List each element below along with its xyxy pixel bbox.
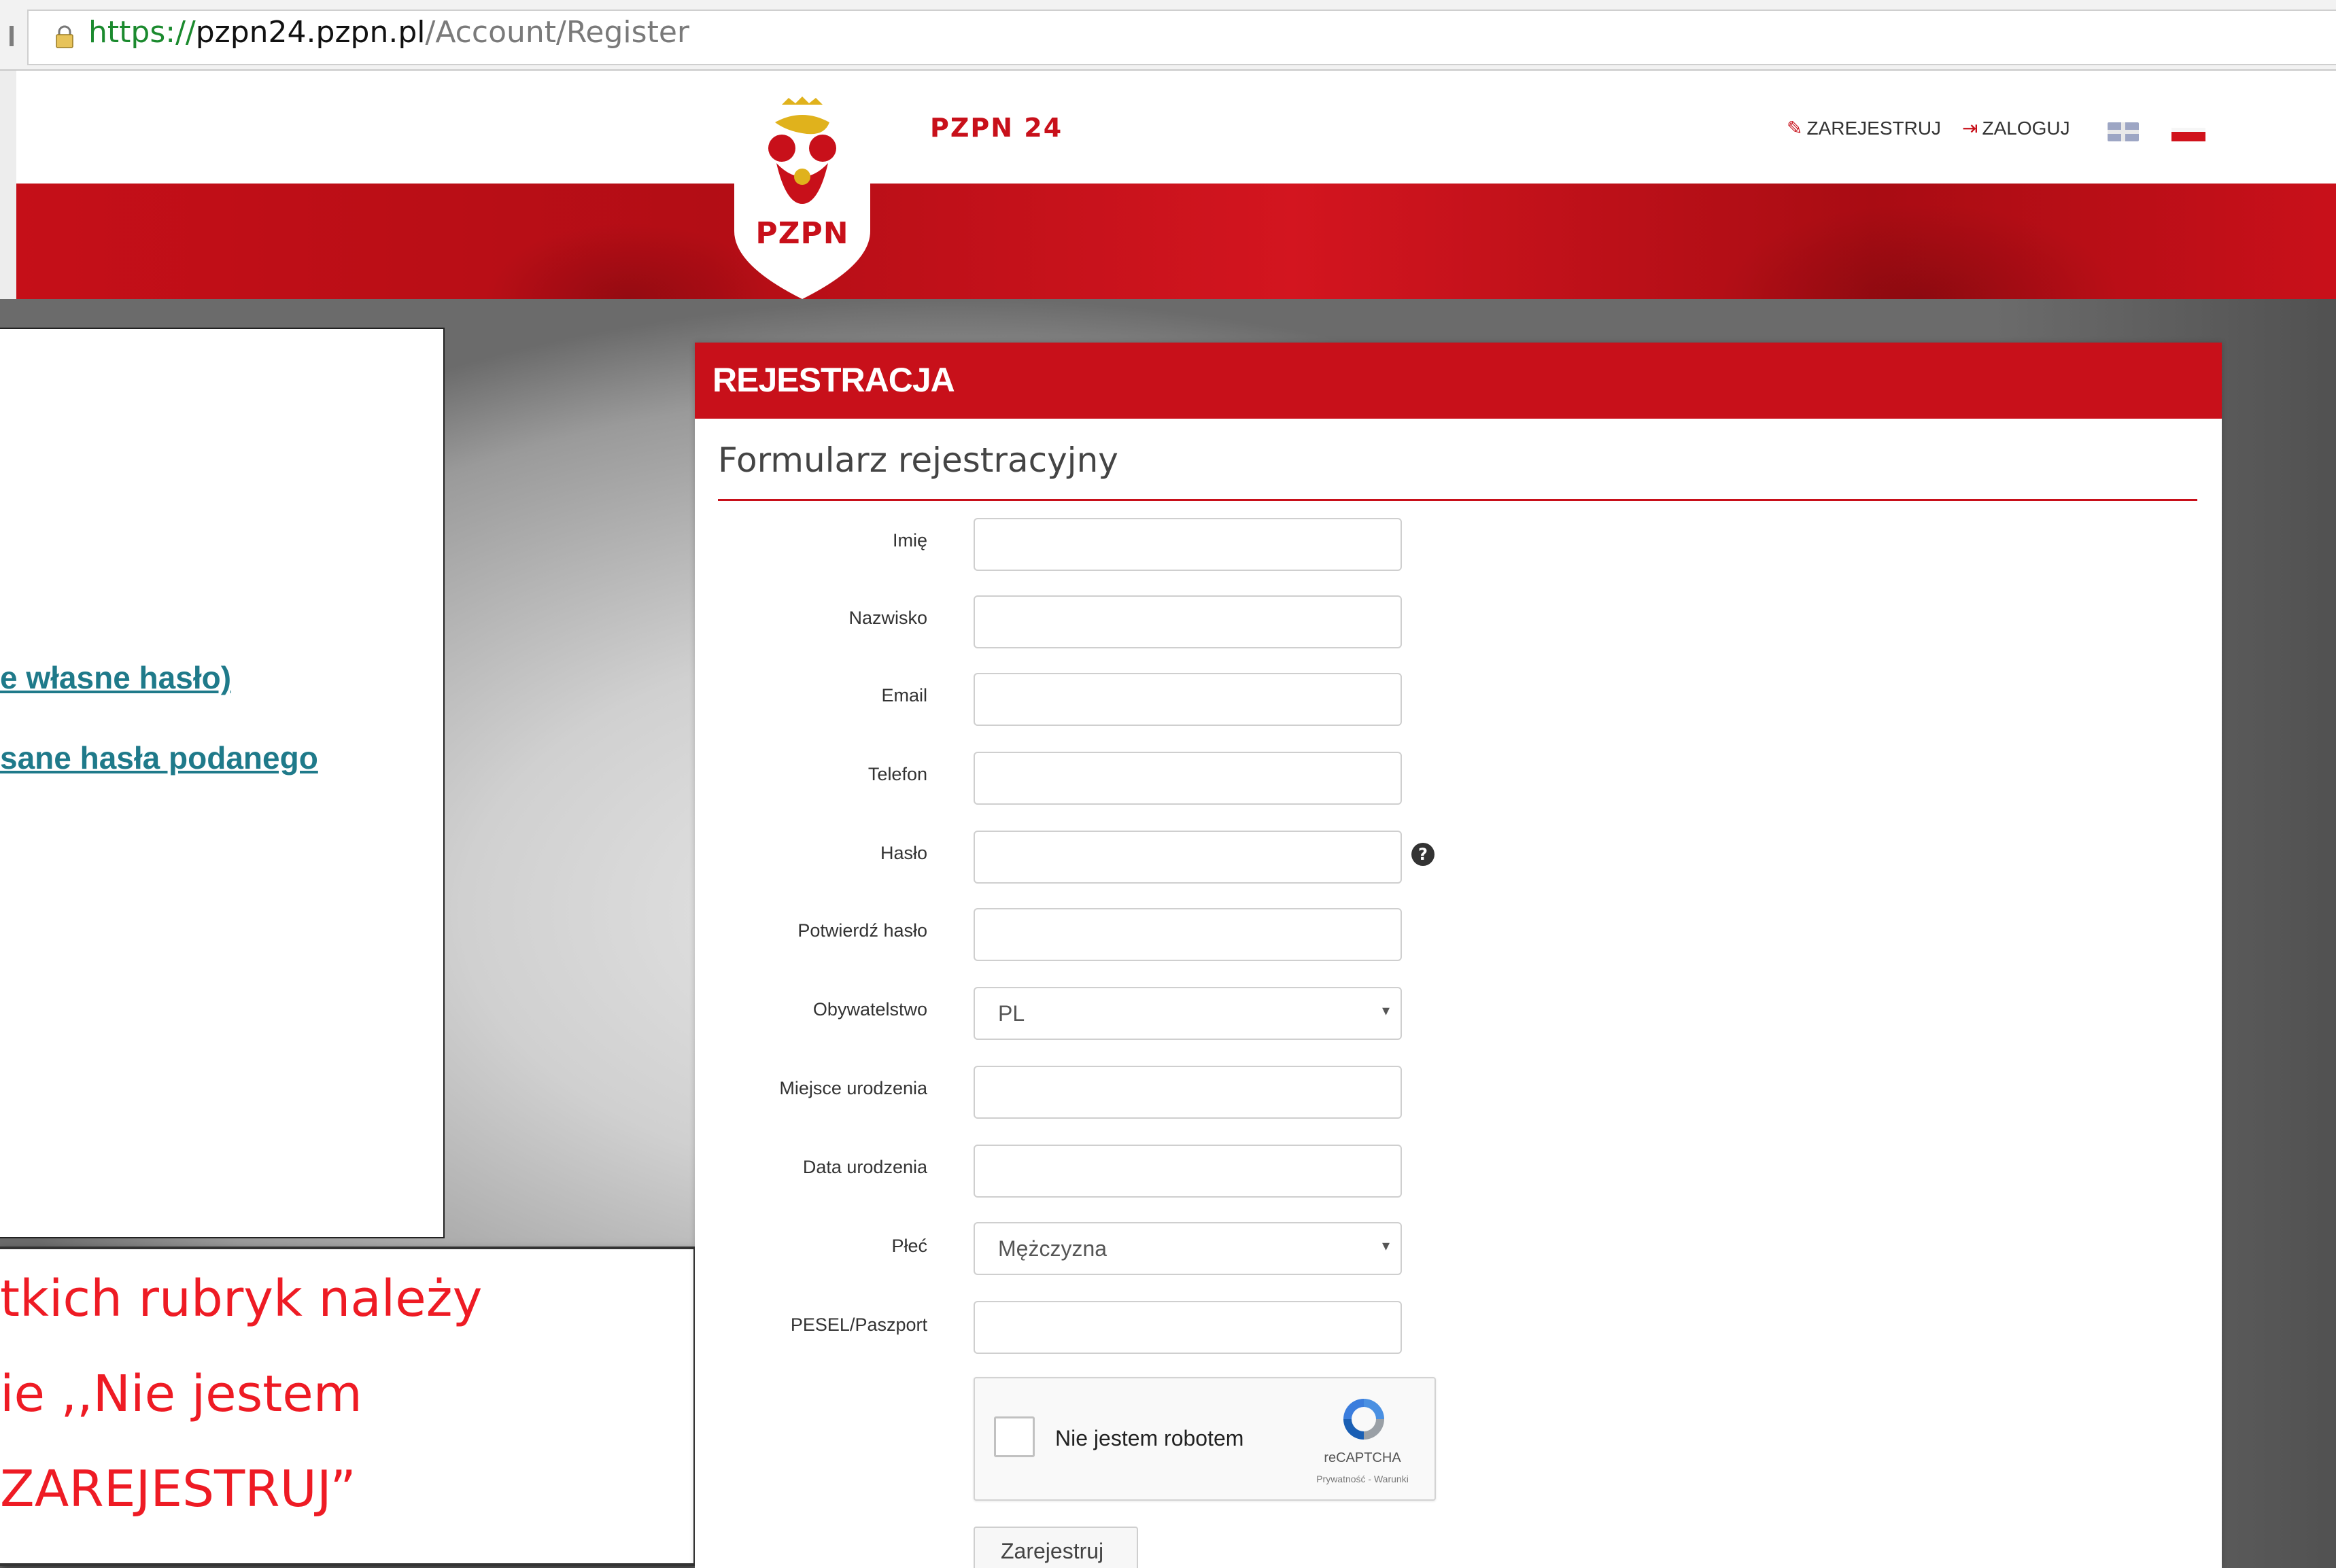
- recaptcha-terms[interactable]: Prywatność - Warunki: [1288, 1474, 1437, 1484]
- english-flag-icon[interactable]: [2108, 122, 2139, 141]
- recaptcha-label: Nie jestem robotem: [1055, 1426, 1244, 1450]
- birthplace-input[interactable]: [974, 1066, 1402, 1119]
- label-birthplace: Miejsce urodzenia: [779, 1078, 927, 1098]
- register-submit-button[interactable]: Zarejestruj: [974, 1527, 1138, 1568]
- header-banner: [16, 184, 2336, 299]
- register-label: ZAREJESTRUJ: [1806, 118, 1942, 139]
- recaptcha-checkbox[interactable]: [994, 1416, 1035, 1457]
- pencil-icon: ✎: [1787, 118, 1803, 139]
- gender-value: Mężczyzna: [998, 1236, 1107, 1261]
- note-line-2: ie ,,Nie jestem: [0, 1365, 362, 1423]
- recaptcha-icon: [1343, 1399, 1384, 1440]
- browser-address-bar: https://pzpn24.pzpn.pl/Account/Register: [0, 0, 2336, 71]
- note-line-3: ZAREJESTRUJ”: [0, 1460, 356, 1518]
- confirm-password-input[interactable]: [974, 908, 1402, 961]
- citizenship-select[interactable]: PL: [974, 987, 1402, 1040]
- birthdate-input[interactable]: [974, 1145, 1402, 1198]
- label-confirm-password: Potwierdź hasło: [797, 920, 927, 941]
- card-title: REJESTRACJA: [712, 361, 955, 399]
- registration-card: [695, 343, 2222, 1568]
- tab-edge: [10, 26, 14, 46]
- left-edge: [0, 71, 16, 299]
- lock-icon: [56, 25, 73, 48]
- phone-input[interactable]: [974, 752, 1402, 805]
- pesel-input[interactable]: [974, 1301, 1402, 1354]
- shield-icon: [734, 95, 870, 299]
- register-link[interactable]: ✎ ZAREJESTRUJ: [1787, 117, 1941, 139]
- instruction-link-own-password[interactable]: e własne hasło): [0, 659, 231, 696]
- note-line-1: tkich rubryk należy: [0, 1270, 483, 1328]
- label-birthdate: Data urodzenia: [802, 1157, 927, 1177]
- url-host: pzpn24.pzpn.pl: [195, 15, 426, 50]
- instruction-link-password-given[interactable]: sane hasła podanego: [0, 739, 318, 776]
- form-divider: [718, 499, 2197, 501]
- label-gender: Płeć: [891, 1236, 927, 1256]
- label-pesel: PESEL/Paszport: [790, 1314, 927, 1335]
- form-heading: Formularz rejestracyjny: [718, 440, 1118, 480]
- recaptcha-widget: Nie jestem robotem reCAPTCHA Prywatność …: [974, 1377, 1436, 1501]
- recaptcha-brand: reCAPTCHA: [1324, 1450, 1401, 1465]
- last-name-input[interactable]: [974, 595, 1402, 648]
- gender-select[interactable]: Mężczyzna: [974, 1222, 1402, 1275]
- label-phone: Telefon: [868, 764, 927, 784]
- login-label: ZALOGUJ: [1982, 118, 2070, 139]
- first-name-input[interactable]: [974, 518, 1402, 571]
- citizenship-value: PL: [998, 1000, 1025, 1026]
- label-citizenship: Obywatelstwo: [812, 999, 927, 1020]
- question-circle-icon[interactable]: ?: [1411, 843, 1435, 866]
- url-text[interactable]: https://pzpn24.pzpn.pl/Account/Register: [88, 15, 689, 50]
- label-first-name: Imię: [892, 530, 927, 551]
- url-path: /Account/Register: [425, 15, 689, 50]
- polish-flag-icon[interactable]: [2171, 128, 2205, 141]
- url-scheme: https://: [88, 15, 196, 50]
- email-input[interactable]: [974, 673, 1402, 726]
- login-link[interactable]: ⇥ ZALOGUJ: [1962, 117, 2070, 139]
- brand-title[interactable]: PZPN 24: [930, 113, 1063, 143]
- sign-in-icon: ⇥: [1962, 118, 1978, 139]
- instruction-panel: [0, 328, 445, 1238]
- logo-text: PZPN: [755, 216, 849, 251]
- label-last-name: Nazwisko: [848, 608, 927, 628]
- label-email: Email: [881, 685, 927, 705]
- password-input[interactable]: [974, 831, 1402, 884]
- label-password: Hasło: [880, 843, 927, 863]
- pzpn-logo[interactable]: PZPN: [734, 95, 897, 299]
